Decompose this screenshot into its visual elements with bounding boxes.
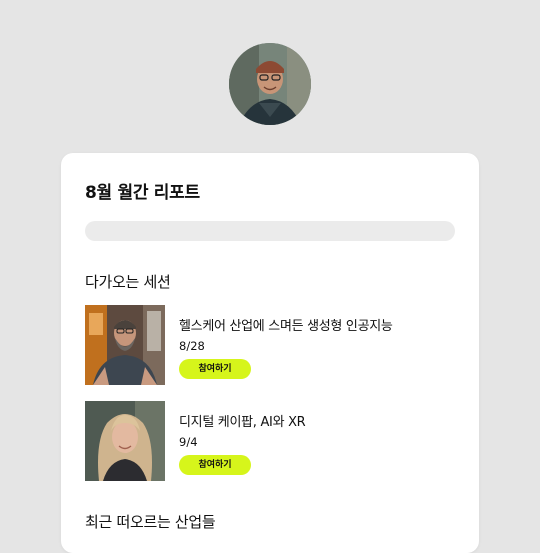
session-title: 헬스케어 산업에 스며든 생성형 인공지능 <box>179 319 393 334</box>
session-item: 디지털 케이팝, AI와 XR 9/4 참여하기 <box>85 401 465 481</box>
session-thumbnail <box>85 401 165 481</box>
join-session-button[interactable]: 참여하기 <box>179 455 251 475</box>
speaker-photo <box>85 401 165 481</box>
profile-avatar[interactable] <box>229 43 311 125</box>
session-item: 헬스케어 산업에 스며든 생성형 인공지능 8/28 참여하기 <box>85 305 465 385</box>
monthly-report-card: 8월 월간 리포트 다가오는 세션 헬스케어 산업에 스며든 생성형 인공지능 … <box>61 153 479 553</box>
session-date: 9/4 <box>179 435 198 449</box>
trending-industries-heading: 최근 떠오르는 산업들 <box>85 513 216 531</box>
upcoming-sessions-heading: 다가오는 세션 <box>85 273 171 291</box>
session-title: 디지털 케이팝, AI와 XR <box>179 415 306 430</box>
join-session-button[interactable]: 참여하기 <box>179 359 251 379</box>
avatar-photo <box>229 43 311 125</box>
speaker-photo <box>85 305 165 385</box>
session-date: 8/28 <box>179 339 205 353</box>
report-title: 8월 월간 리포트 <box>85 183 200 203</box>
session-thumbnail <box>85 305 165 385</box>
report-progress-bar <box>85 221 455 241</box>
